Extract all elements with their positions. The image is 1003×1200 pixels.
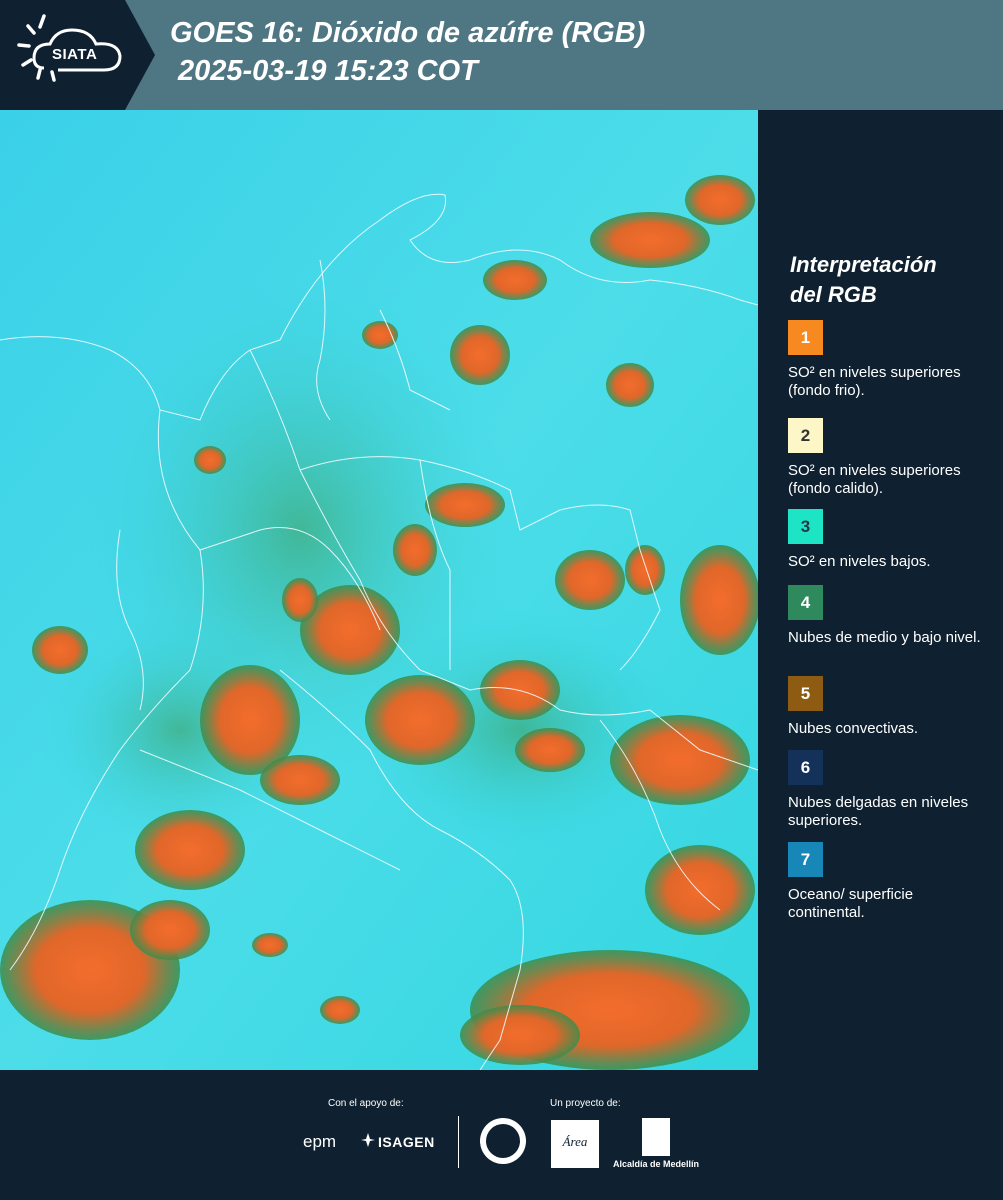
legend-swatch-2: 2 bbox=[788, 418, 823, 453]
legend-swatch-1: 1 bbox=[788, 320, 823, 355]
footer-divider bbox=[458, 1116, 459, 1168]
legend-swatch-4: 4 bbox=[788, 585, 823, 620]
legend-item-4: 4 Nubes de medio y bajo nivel. bbox=[788, 585, 988, 647]
legend-item-2: 2 SO² en niveles superiores (fondo calid… bbox=[788, 418, 988, 498]
legend-text-5: Nubes convectivas. bbox=[788, 720, 919, 737]
legend-item-1: 1 SO² en niveles superiores (fondo frio)… bbox=[788, 320, 988, 400]
legend-text-7: Oceano/ superficie continental. bbox=[788, 886, 914, 921]
header-bar: SIATA GOES 16: Dióxido de azúfre (RGB) 2… bbox=[0, 0, 1003, 110]
alcaldia-shield-icon bbox=[642, 1118, 670, 1156]
legend-text-4: Nubes de medio y bajo nivel. bbox=[788, 629, 981, 646]
title-line-1: GOES 16: Dióxido de azúfre (RGB) bbox=[170, 17, 646, 49]
legend-title: Interpretación del RGB bbox=[790, 250, 937, 310]
legend-text-3: SO² en niveles bajos. bbox=[788, 553, 931, 570]
alcaldia-logo-text[interactable]: Alcaldía de Medellín bbox=[613, 1159, 699, 1169]
legend-swatch-6: 6 bbox=[788, 750, 823, 785]
legend-item-6: 6 Nubes delgadas en niveles superiores. bbox=[788, 750, 988, 830]
legend-swatch-3: 3 bbox=[788, 509, 823, 544]
epm-logo[interactable]: epm bbox=[303, 1132, 336, 1152]
page-title: GOES 16: Dióxido de azúfre (RGB) 2025-03… bbox=[170, 14, 645, 90]
siata-logo[interactable]: SIATA bbox=[0, 0, 155, 110]
legend-title-line-1: Interpretación bbox=[790, 252, 937, 277]
legend-text-1: SO² en niveles superiores (fondo frio). bbox=[788, 364, 961, 399]
seal-inner bbox=[486, 1124, 520, 1158]
legend-swatch-5: 5 bbox=[788, 676, 823, 711]
satellite-map[interactable] bbox=[0, 110, 758, 1070]
isagen-icon bbox=[361, 1133, 375, 1147]
title-line-2: 2025-03-19 15:23 COT bbox=[178, 55, 478, 87]
legend-item-3: 3 SO² en niveles bajos. bbox=[788, 509, 988, 571]
legend-panel: Interpretación del RGB 1 SO² en niveles … bbox=[758, 110, 1003, 1070]
area-logo-text: Área bbox=[562, 1134, 588, 1149]
project-label: Un proyecto de: bbox=[550, 1098, 621, 1109]
legend-title-line-2: del RGB bbox=[790, 282, 877, 307]
medellin-seal-icon[interactable] bbox=[480, 1118, 526, 1164]
legend-swatch-7: 7 bbox=[788, 842, 823, 877]
area-metropolitana-logo[interactable]: Área bbox=[551, 1120, 599, 1168]
rgb-satellite-image bbox=[0, 110, 758, 1070]
logo-text: SIATA bbox=[52, 46, 98, 63]
footer: Con el apoyo de: Un proyecto de: epm ISA… bbox=[0, 1070, 1003, 1200]
legend-item-7: 7 Oceano/ superficie continental. bbox=[788, 842, 988, 922]
isagen-logo[interactable]: ISAGEN bbox=[378, 1134, 435, 1150]
legend-text-2: SO² en niveles superiores (fondo calido)… bbox=[788, 462, 961, 497]
legend-text-6: Nubes delgadas en niveles superiores. bbox=[788, 794, 969, 829]
legend-item-5: 5 Nubes convectivas. bbox=[788, 676, 988, 738]
support-label: Con el apoyo de: bbox=[328, 1098, 404, 1109]
